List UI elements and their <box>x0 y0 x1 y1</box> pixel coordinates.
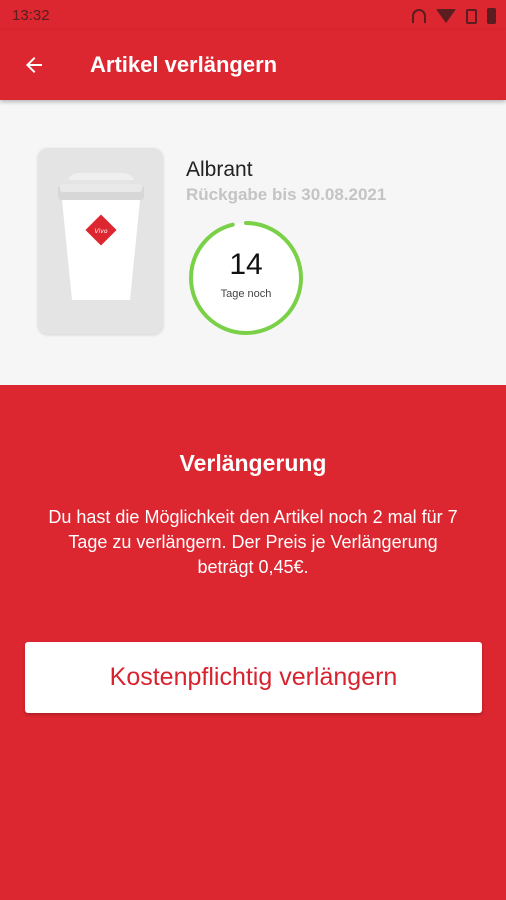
page-title: Artikel verlängern <box>90 52 278 77</box>
arrow-left-icon <box>26 57 42 73</box>
status-icons <box>412 7 496 25</box>
return-date: Rückgabe bis 30.08.2021 <box>186 185 387 204</box>
battery-icon <box>487 8 496 24</box>
extension-title: Verlängerung <box>179 450 327 476</box>
product-image: Vivo <box>38 148 163 334</box>
svg-text:Vivo: Vivo <box>95 228 108 235</box>
sim-icon <box>466 8 477 24</box>
back-button[interactable] <box>14 45 54 85</box>
coffee-cup-icon: Vivo <box>58 173 144 300</box>
item-card: Vivo Albrant Rückgabe bis 30.08.2021 14 … <box>0 100 506 385</box>
headset-icon <box>412 9 426 23</box>
extension-description: Du hast die Möglichkeit den Artikel noch… <box>48 507 458 577</box>
product-name: Albrant <box>186 158 253 181</box>
status-time: 13:32 <box>12 7 50 24</box>
paid-extend-button[interactable]: Kostenpflichtig verlängern <box>25 642 482 713</box>
app-bar: Artikel verlängern <box>0 30 506 100</box>
days-left-number: 14 <box>229 248 263 281</box>
days-remaining-indicator: 14 Tage noch <box>186 218 306 338</box>
days-left-label: Tage noch <box>220 288 272 300</box>
status-bar: 13:32 <box>0 0 506 30</box>
wifi-icon <box>436 9 456 23</box>
